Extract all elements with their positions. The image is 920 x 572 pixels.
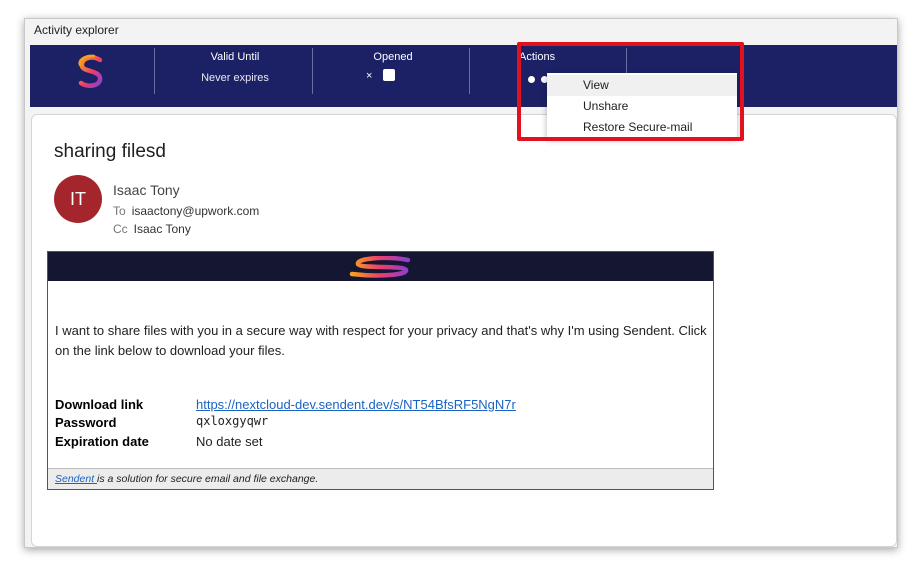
highlight-box: [517, 42, 744, 141]
download-link-value: https://nextcloud-dev.sendent.dev/s/NT54…: [196, 397, 516, 412]
valid-until-label: Valid Until: [210, 51, 260, 63]
checkbox-icon: [383, 69, 395, 81]
download-link[interactable]: https://nextcloud-dev.sendent.dev/s/NT54…: [196, 397, 516, 412]
header-divider: [312, 48, 313, 94]
opened-x-icon: ×: [366, 70, 373, 82]
share-card: I want to share files with you in a secu…: [47, 251, 714, 490]
to-value: isaactony@upwork.com: [131, 204, 260, 218]
email-pane: sharing filesd IT Isaac Tony To isaactony…: [31, 114, 897, 547]
download-link-label: Download link: [55, 397, 144, 412]
cc-line: Cc Isaac Tony: [113, 222, 191, 236]
footer-text: is a solution for secure email and file …: [97, 473, 319, 485]
card-footer: Sendent is a solution for secure email a…: [48, 468, 713, 489]
to-prefix: To: [113, 204, 126, 218]
expiration-label: Expiration date: [55, 434, 149, 449]
email-subject: sharing filesd: [54, 141, 166, 162]
header-divider: [469, 48, 470, 94]
info-header-bar: Valid Until Never expires Opened × Actio…: [30, 45, 897, 107]
card-banner: [48, 252, 713, 281]
avatar: IT: [54, 175, 102, 223]
activity-explorer-window: Activity explorer Valid Until Never expi…: [24, 18, 898, 548]
password-label: Password: [55, 415, 117, 430]
header-divider: [154, 48, 155, 94]
password-text: qxloxgyqwr: [196, 414, 269, 428]
sendent-logo-icon: [78, 54, 103, 88]
window-title: Activity explorer: [34, 23, 119, 37]
expiration-value: No date set: [196, 434, 263, 449]
valid-until-value: Never expires: [201, 72, 269, 84]
cc-value: Isaac Tony: [133, 222, 191, 236]
share-message: I want to share files with you in a secu…: [55, 323, 707, 358]
sendent-link[interactable]: Sendent: [55, 473, 97, 485]
password-value: qxloxgyqwr: [196, 413, 268, 428]
opened-label: Opened: [373, 51, 413, 63]
sender-name: Isaac Tony: [113, 182, 180, 198]
cc-prefix: Cc: [113, 222, 128, 236]
sendent-logo-icon: [349, 256, 411, 278]
to-line: To isaactony@upwork.com: [113, 204, 259, 218]
